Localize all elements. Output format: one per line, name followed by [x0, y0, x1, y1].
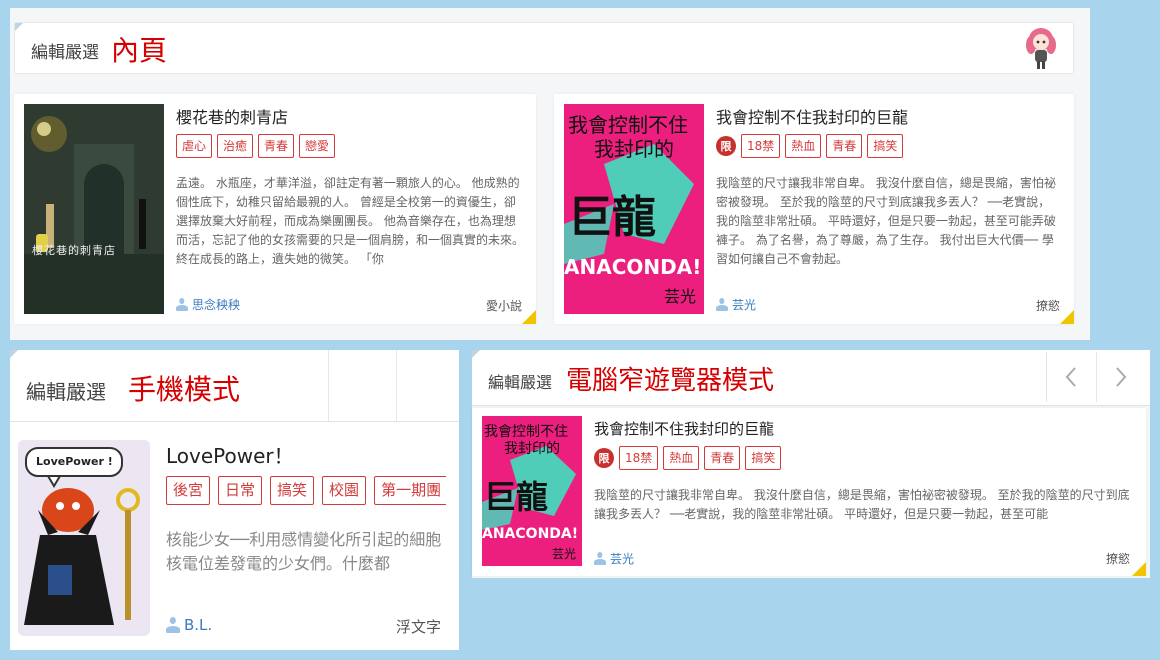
- section-header: 編輯嚴選 電腦窄遊覽器模式: [472, 350, 1150, 406]
- book-description: 孟遠。 水瓶座，才華洋溢，卻註定有著一顆旅人的心。 他成熟的個性底下，幼稚只留給…: [176, 176, 524, 266]
- author-name: B.L.: [184, 616, 213, 634]
- svg-text:巨龍: 巨龍: [568, 192, 656, 243]
- chevron-left-icon: [1065, 367, 1076, 387]
- next-button[interactable]: [1096, 352, 1144, 402]
- restricted-badge: 限: [594, 448, 614, 468]
- tag[interactable]: 戀愛: [299, 134, 336, 158]
- panel-mobile-mode: 編輯嚴選 手機模式 LovePower ! LovePower！ 後宮 日常 搞…: [10, 350, 459, 650]
- tag-list: 虐心 治癒 青春 戀愛: [176, 134, 526, 158]
- user-icon: [594, 552, 606, 565]
- book-title[interactable]: 我會控制不住我封印的巨龍: [716, 104, 908, 128]
- tag[interactable]: 熱血: [663, 446, 700, 470]
- site-label: 撩慾: [1035, 299, 1060, 313]
- author-link[interactable]: 思念秧秧: [176, 296, 240, 313]
- tag[interactable]: 校園: [322, 476, 367, 505]
- panel-narrow-browser-mode: 編輯嚴選 電腦窄遊覽器模式 我會控制不住 我封印的 巨龍 ANACONDA! 芸…: [472, 350, 1150, 578]
- author-link[interactable]: 芸光: [594, 550, 634, 567]
- header-divider: [396, 350, 397, 422]
- book-cover[interactable]: 我會控制不住 我封印的 巨龍 ANACONDA! 芸光: [564, 104, 704, 314]
- tag[interactable]: 搞笑: [745, 446, 782, 470]
- book-cover[interactable]: LovePower !: [18, 440, 150, 636]
- tag[interactable]: 後宮: [166, 476, 211, 505]
- corner-fold: [1132, 562, 1146, 576]
- site-label: 浮文字: [395, 618, 441, 636]
- user-icon: [176, 298, 188, 311]
- svg-text:ANACONDA!: ANACONDA!: [564, 255, 701, 279]
- tag[interactable]: 搞笑: [270, 476, 315, 505]
- corner-fold: [522, 310, 536, 324]
- author-name: 芸光: [610, 552, 635, 566]
- svg-text:ANACONDA!: ANACONDA!: [482, 526, 578, 542]
- tag[interactable]: 治癒: [217, 134, 254, 158]
- tag[interactable]: 搞笑: [867, 134, 904, 158]
- book-card[interactable]: 我會控制不住 我封印的 巨龍 ANACONDA! 芸光 我會控制不住我封印的巨龍…: [554, 94, 1074, 324]
- tag[interactable]: 青春: [826, 134, 863, 158]
- mascot-avatar: [1023, 27, 1059, 71]
- book-title[interactable]: 我會控制不住我封印的巨龍: [594, 418, 774, 439]
- svg-text:芸光: 芸光: [664, 287, 696, 306]
- author-name: 思念秧秧: [192, 298, 241, 312]
- cover-bubble-text: LovePower !: [36, 455, 113, 468]
- book-cover[interactable]: 我會控制不住 我封印的 巨龍 ANACONDA! 芸光: [482, 416, 582, 566]
- book-title[interactable]: LovePower！: [166, 440, 294, 469]
- tag[interactable]: 18禁: [741, 134, 781, 158]
- corner-marker: [472, 350, 480, 358]
- annotation-title: 手機模式: [128, 373, 241, 406]
- prev-button[interactable]: [1046, 352, 1094, 402]
- section-label: 編輯嚴選: [488, 373, 553, 392]
- book-description: 我陰莖的尺寸讓我非常自卑。 我沒什麼自信，總是畏縮，害怕祕密被發現。 至於我的陰…: [594, 488, 1130, 521]
- svg-text:我會控制不住: 我會控制不住: [484, 424, 568, 440]
- author-link[interactable]: B.L.: [166, 616, 212, 634]
- corner-marker: [10, 350, 18, 358]
- annotation-title: 內頁: [111, 34, 168, 67]
- book-description: 我陰莖的尺寸讓我非常自卑。 我沒什麼自信，總是畏縮，害怕祕密被發現。 至於我的陰…: [716, 176, 1056, 266]
- tag-list: 限 18禁 熱血 青春 搞笑: [716, 134, 1066, 158]
- author-name: 芸光: [732, 298, 757, 312]
- book-title[interactable]: 櫻花巷的刺青店: [176, 104, 288, 128]
- tag[interactable]: 虐心: [176, 134, 213, 158]
- section-label: 編輯嚴選: [31, 43, 99, 63]
- tag[interactable]: 日常: [218, 476, 263, 505]
- restricted-badge: 限: [716, 136, 736, 156]
- svg-text:我封印的: 我封印的: [594, 137, 674, 161]
- section-label: 編輯嚴選: [26, 380, 106, 404]
- tag[interactable]: 青春: [258, 134, 295, 158]
- section-header: 編輯嚴選 手機模式: [10, 350, 459, 422]
- user-icon: [716, 298, 728, 311]
- site-label: 愛小說: [485, 299, 522, 313]
- book-description: 核能少女──利用感情變化所引起的細胞核電位差發電的少女們。什麼都: [166, 530, 442, 573]
- svg-text:巨龍: 巨龍: [484, 478, 548, 516]
- site-label: 撩慾: [1105, 552, 1130, 566]
- tag[interactable]: 18禁: [619, 446, 659, 470]
- section-header: 編輯嚴選 內頁: [14, 22, 1074, 74]
- cover-title: 櫻花巷的刺青店: [32, 244, 116, 257]
- book-card[interactable]: 櫻花巷的刺青店 櫻花巷的刺青店 虐心 治癒 青春 戀愛 孟遠。 水瓶座，才華洋溢…: [14, 94, 536, 324]
- tag[interactable]: 青春: [704, 446, 741, 470]
- author-link[interactable]: 芸光: [716, 296, 756, 313]
- header-divider: [328, 350, 329, 422]
- svg-text:我會控制不住: 我會控制不住: [568, 113, 688, 137]
- corner-fold: [1060, 310, 1074, 324]
- user-icon: [166, 617, 180, 633]
- tag[interactable]: 第一期團: [374, 476, 446, 505]
- tag-list: 限 18禁 熱血 青春 搞笑: [594, 446, 894, 470]
- chevron-right-icon: [1115, 367, 1126, 387]
- annotation-title: 電腦窄遊覽器模式: [566, 366, 775, 396]
- book-cover[interactable]: 櫻花巷的刺青店: [24, 104, 164, 314]
- corner-marker: [15, 23, 23, 31]
- svg-text:芸光: 芸光: [552, 547, 576, 561]
- svg-text:我封印的: 我封印的: [504, 441, 560, 457]
- tag[interactable]: 熱血: [785, 134, 822, 158]
- book-card[interactable]: 我會控制不住 我封印的 巨龍 ANACONDA! 芸光 我會控制不住我封印的巨龍…: [472, 408, 1146, 576]
- panel-inner-page: 編輯嚴選 內頁 櫻花巷的刺青店 櫻花巷的刺青店 虐心 治癒 青春 戀愛 孟遠。 …: [10, 8, 1090, 340]
- tag-list: 後宮 日常 搞笑 校園 第一期團: [166, 476, 446, 505]
